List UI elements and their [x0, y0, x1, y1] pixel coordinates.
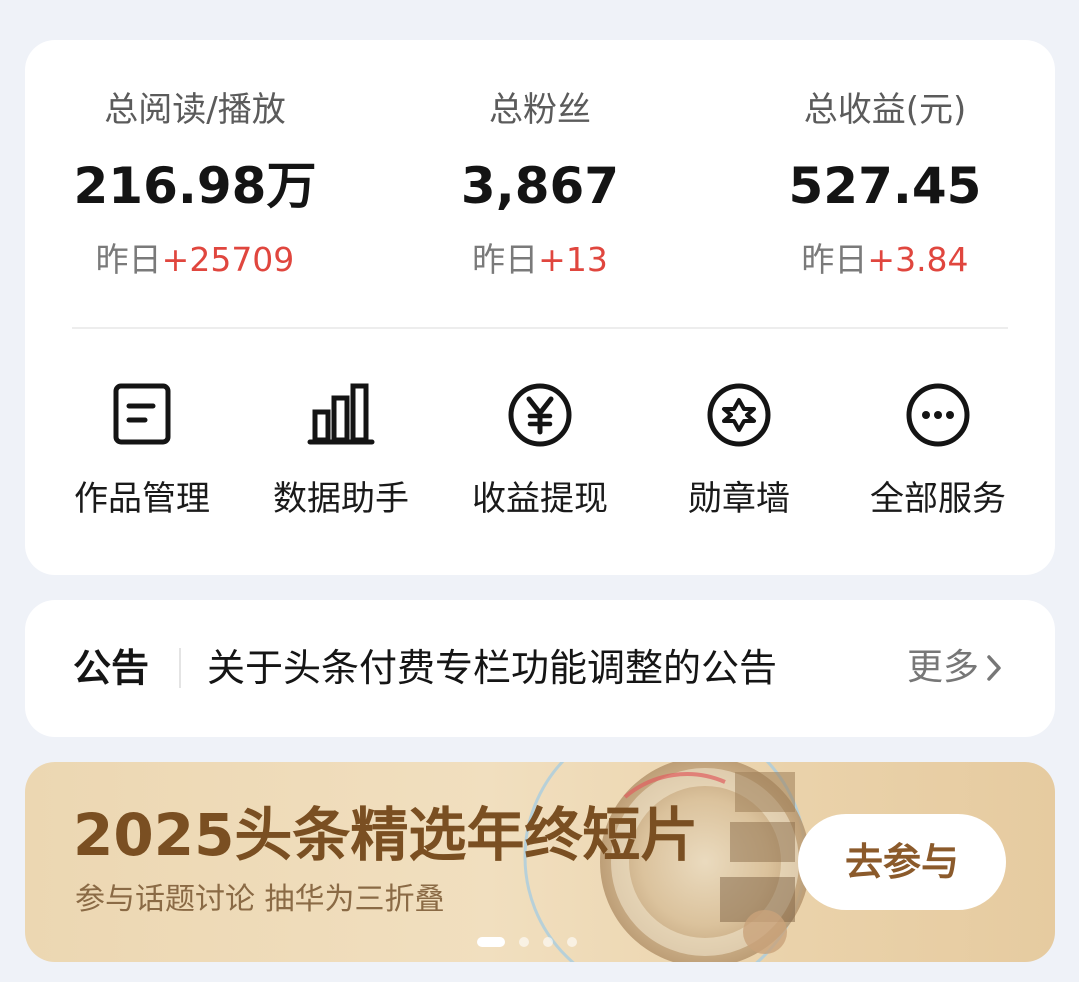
stat-change-prefix: 昨日: [95, 240, 162, 279]
banner-title: 2025头条精选年终短片: [73, 801, 699, 869]
notice-text[interactable]: 关于头条付费专栏功能调整的公告: [207, 644, 777, 692]
carousel-dot[interactable]: [519, 937, 529, 947]
service-works-management[interactable]: 作品管理: [47, 380, 237, 530]
promo-banner[interactable]: 2025头条精选年终短片 参与话题讨论 抽华为三折叠 去参与: [25, 762, 1055, 962]
service-earnings-withdraw[interactable]: 收益提现: [445, 380, 635, 530]
notice-separator: [179, 648, 181, 688]
bar-chart-icon: [307, 383, 375, 445]
stat-change-value: +3.84: [867, 240, 969, 279]
stat-change-value: +25709: [161, 240, 295, 279]
stat-change-value: +13: [538, 240, 608, 279]
banner-subtitle: 参与话题讨论 抽华为三折叠: [75, 882, 445, 917]
stat-change-prefix: 昨日: [472, 240, 539, 279]
service-label: 全部服务: [870, 479, 1006, 519]
service-label: 作品管理: [74, 479, 210, 519]
service-label: 数据助手: [273, 479, 409, 519]
stat-change: 昨日+13: [390, 240, 690, 280]
service-medal-wall[interactable]: 勋章墙: [644, 380, 834, 530]
carousel-dot[interactable]: [543, 937, 553, 947]
service-label: 收益提现: [472, 479, 608, 519]
carousel-indicator: [477, 936, 591, 948]
service-all-services[interactable]: 全部服务: [843, 380, 1033, 530]
notice-more-label: 更多: [906, 647, 979, 688]
creator-stats-card: 总阅读/播放 216.98万 昨日+25709 总粉丝 3,867 昨日+13 …: [25, 40, 1055, 575]
carousel-dot-active[interactable]: [477, 937, 505, 947]
notice-title: 公告: [73, 646, 150, 690]
yen-icon: [508, 383, 572, 447]
stat-value: 3,867: [460, 157, 620, 215]
stat-change: 昨日+3.84: [735, 240, 1035, 280]
document-icon: [113, 383, 171, 445]
join-button[interactable]: 去参与: [798, 814, 1006, 910]
stat-change-prefix: 昨日: [801, 240, 868, 279]
stat-label: 总粉丝: [489, 90, 591, 130]
stat-change: 昨日+25709: [45, 240, 345, 280]
stat-value: 216.98万: [73, 157, 317, 215]
notice-more-link[interactable]: 更多: [907, 646, 1003, 690]
chevron-right-icon: [987, 655, 1001, 681]
service-label: 勋章墙: [688, 479, 790, 519]
stat-label: 总阅读/播放: [104, 90, 286, 130]
stat-label: 总收益(元): [803, 90, 967, 130]
more-icon: [906, 383, 970, 447]
carousel-dot[interactable]: [567, 937, 577, 947]
divider: [72, 327, 1008, 329]
medal-star-icon: [707, 383, 771, 447]
stat-value: 527.45: [788, 157, 982, 215]
service-data-assistant[interactable]: 数据助手: [246, 380, 436, 530]
notice-card[interactable]: 公告 关于头条付费专栏功能调整的公告 更多: [25, 600, 1055, 737]
